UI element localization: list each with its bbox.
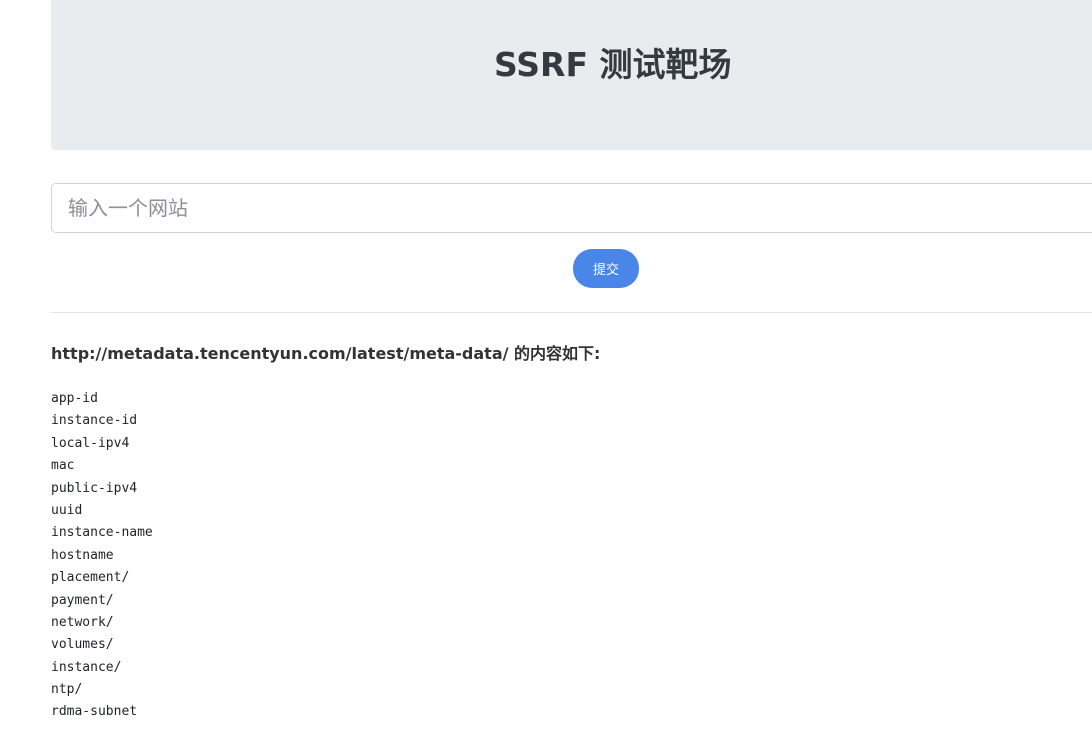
- list-item: mac: [51, 458, 75, 474]
- page-title: SSRF 测试靶场: [494, 45, 732, 84]
- list-item: app-id: [51, 391, 98, 406]
- result-heading: http://metadata.tencentyun.com/latest/me…: [51, 340, 600, 364]
- list-item: ntp/: [51, 682, 83, 698]
- list-item: instance-id: [51, 413, 138, 429]
- header-jumbotron: SSRF 测试靶场: [51, 0, 1092, 150]
- list-item: volumes/: [51, 637, 114, 653]
- list-item: public-ipv4: [51, 480, 138, 496]
- list-item: instance/: [51, 659, 122, 675]
- list-item: placement/: [51, 570, 130, 586]
- url-input[interactable]: [51, 183, 1092, 233]
- list-item: network/: [51, 614, 114, 630]
- submit-button[interactable]: 提交: [573, 249, 639, 288]
- result-heading-suffix: 的内容如下:: [508, 344, 601, 363]
- list-item: payment/: [51, 592, 114, 608]
- list-item: hostname: [51, 547, 114, 563]
- list-item: instance-name: [51, 525, 153, 541]
- list-item: uuid: [51, 502, 83, 518]
- result-url: http://metadata.tencentyun.com/latest/me…: [51, 344, 509, 363]
- page: SSRF 测试靶场 提交 http://metadata.tencentyun.…: [0, 0, 1092, 735]
- list-item: local-ipv4: [51, 435, 130, 451]
- result-list: app-id instance-id local-ipv4 mac public…: [51, 388, 153, 724]
- list-item: rdma-subnet: [51, 704, 138, 720]
- divider: [51, 312, 1092, 313]
